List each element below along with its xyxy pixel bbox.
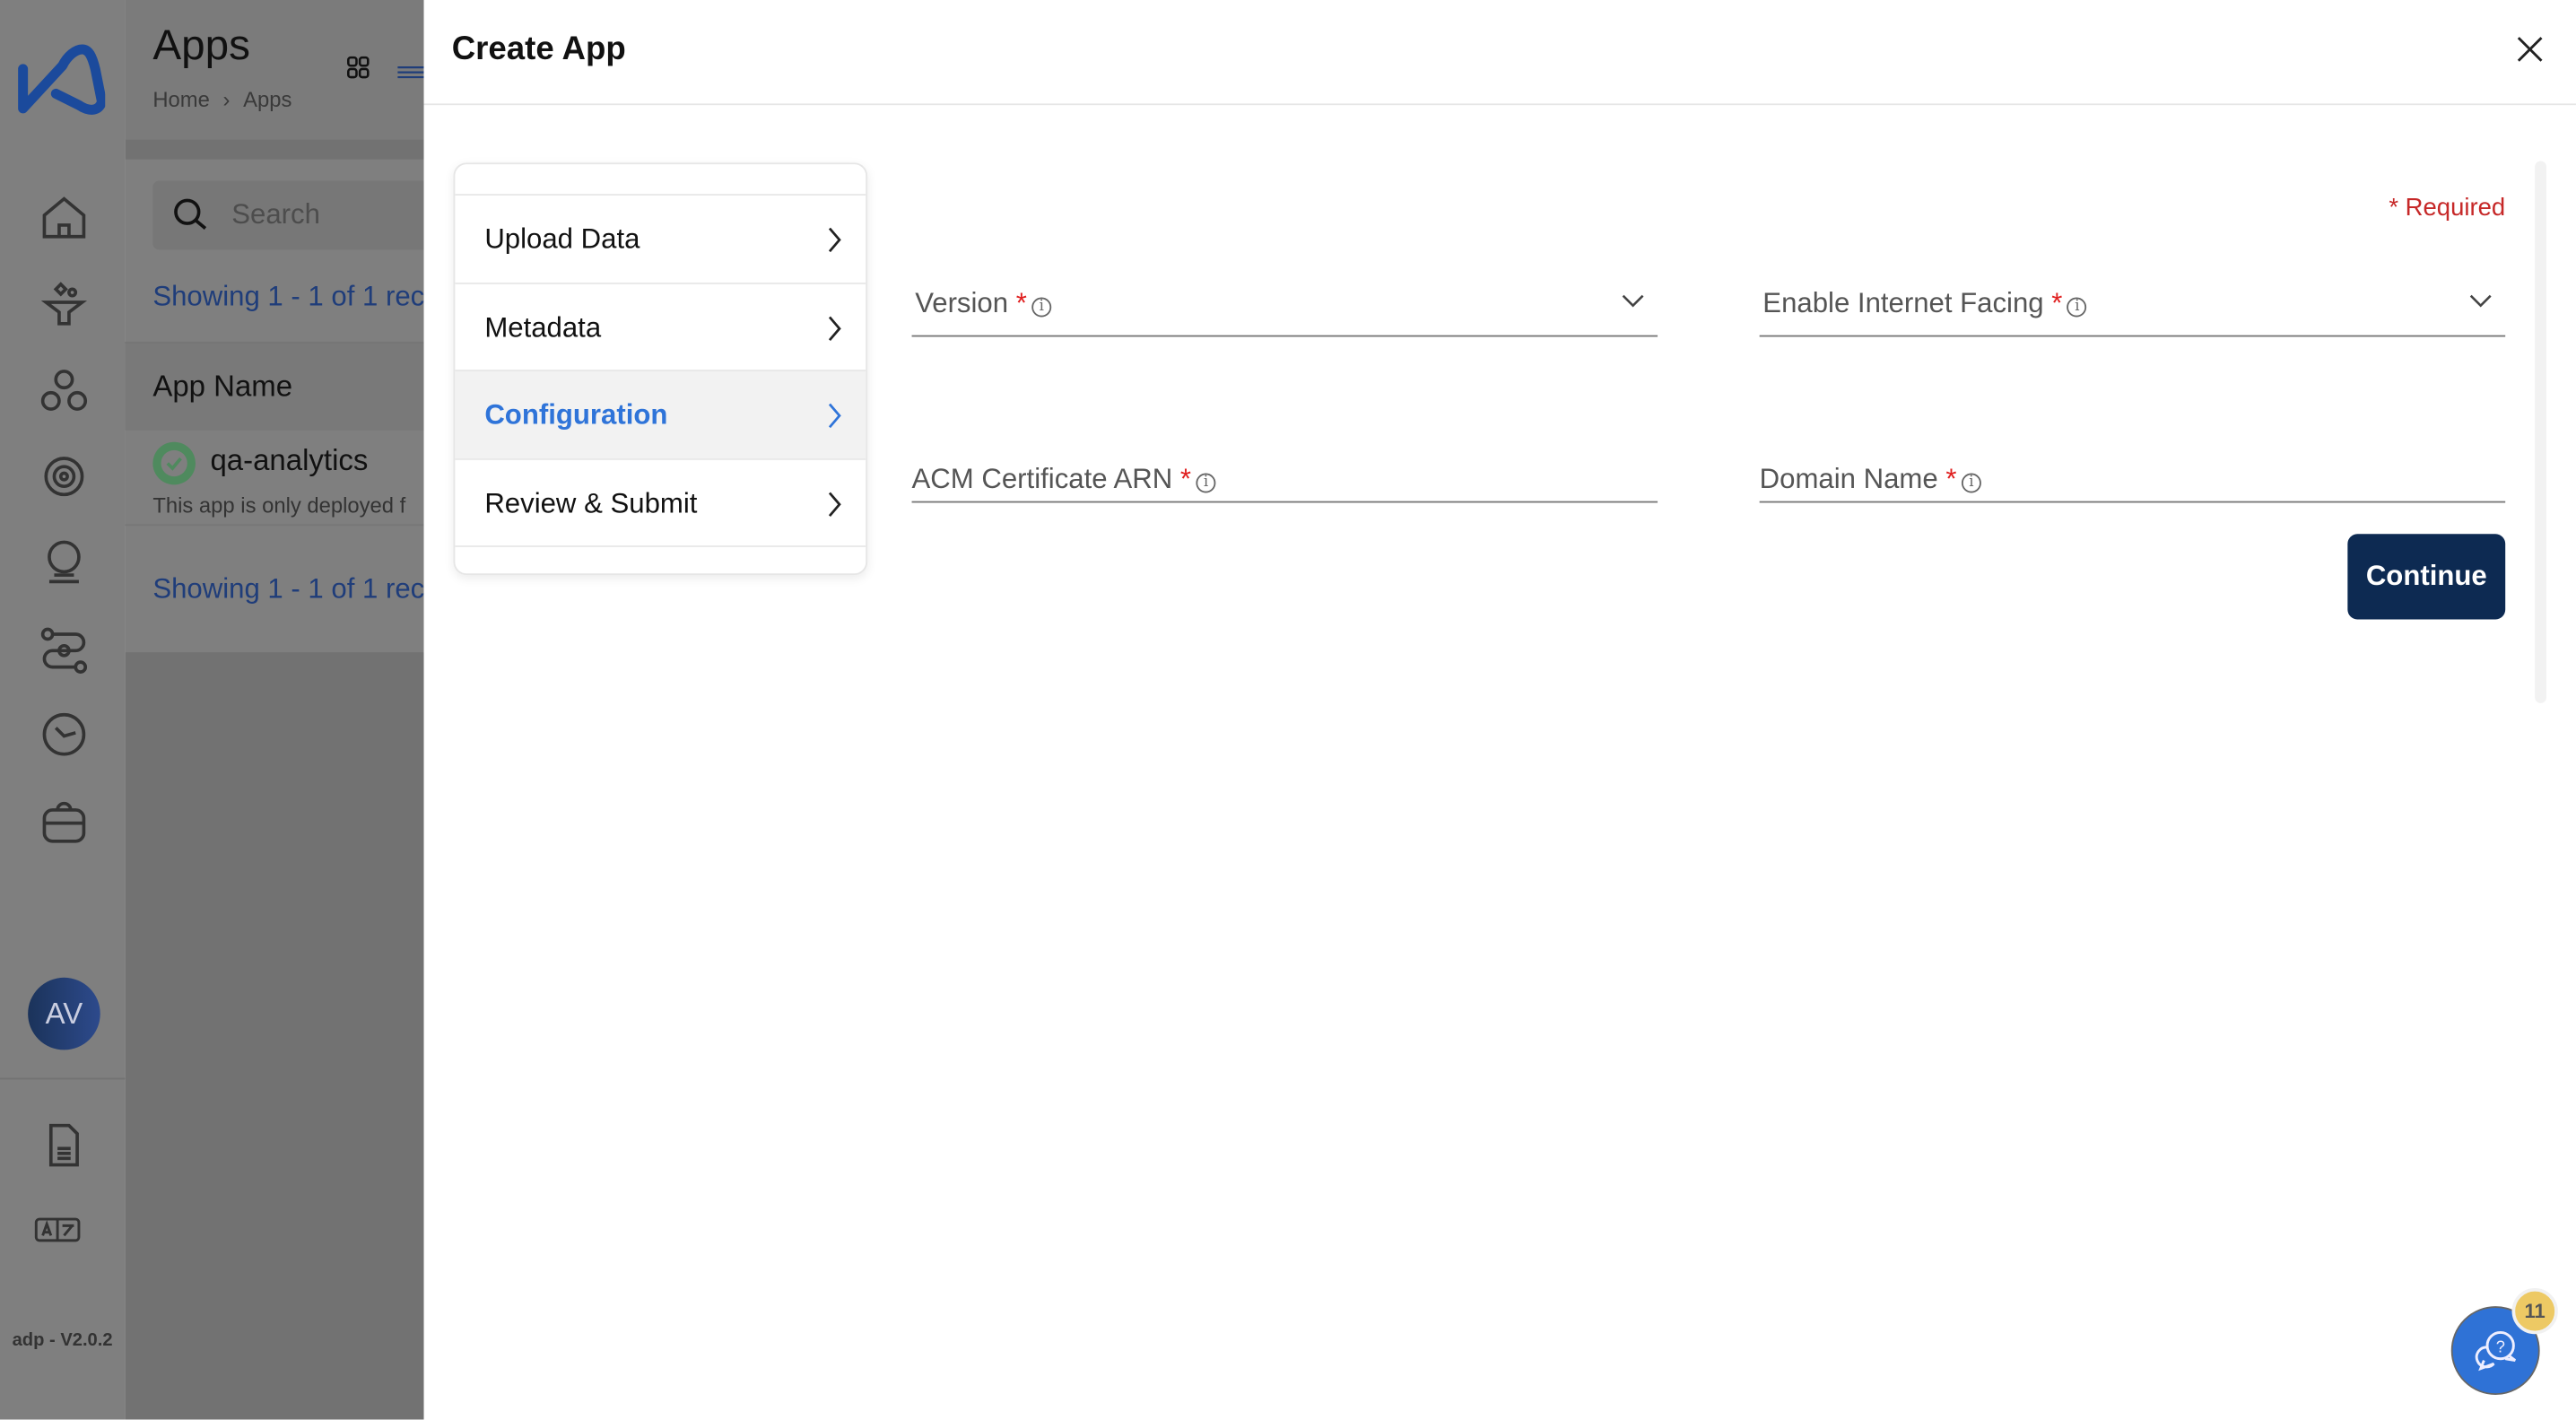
settings-sync-icon[interactable] — [36, 449, 91, 504]
briefcase-icon[interactable] — [36, 794, 91, 849]
clock-icon[interactable] — [36, 707, 91, 762]
list-view-icon[interactable] — [397, 59, 424, 89]
notification-badge: 11 — [2511, 1287, 2558, 1335]
search-input[interactable]: Search — [152, 180, 424, 250]
breadcrumb-current: Apps — [243, 87, 292, 112]
step-label: Upload Data — [484, 222, 640, 254]
app-description: This app is only deployed f — [152, 492, 406, 518]
chevron-down-icon — [1622, 294, 1644, 308]
breadcrumb: Home › Apps — [152, 87, 292, 111]
document-icon[interactable] — [36, 1117, 91, 1172]
avatar[interactable]: AV — [28, 977, 100, 1050]
records-count-footer: Showing 1 - 1 of 1 rec — [152, 573, 424, 605]
scrollbar[interactable] — [2535, 161, 2546, 703]
success-check-icon — [152, 441, 196, 485]
field-label: Domain Name — [1759, 463, 1938, 495]
search-placeholder: Search — [231, 198, 320, 231]
step-upload-data[interactable]: Upload Data — [455, 194, 866, 283]
internet-facing-select[interactable]: Enable Internet Facing * i — [1759, 271, 2506, 337]
app-version: adp - V2.0.2 — [12, 1330, 113, 1351]
divider — [0, 1077, 126, 1080]
create-app-drawer: Create App Upload Data Metadata Configur… — [423, 0, 2576, 1420]
continue-button[interactable]: Continue — [2347, 534, 2506, 620]
chevron-right-icon — [828, 227, 841, 253]
divider — [455, 545, 866, 547]
field-label: ACM Certificate ARN — [911, 463, 1173, 495]
stepper: Upload Data Metadata Configuration Revie… — [453, 162, 868, 576]
acm-certificate-arn-input[interactable]: ACM Certificate ARN * i — [911, 437, 1658, 503]
table-row[interactable]: qa-analytics This app is only deployed f — [125, 430, 424, 527]
step-metadata[interactable]: Metadata — [455, 283, 866, 371]
breadcrumb-separator: › — [222, 87, 231, 112]
search-icon — [174, 198, 207, 230]
sidebar: AV adp - V2.0.2 — [0, 0, 126, 1420]
crystal-ball-icon[interactable] — [36, 534, 91, 589]
field-label: Enable Internet Facing — [1762, 287, 2044, 319]
required-note: * Required — [2389, 194, 2506, 222]
column-app-name[interactable]: App Name — [152, 370, 292, 404]
chevron-right-icon — [828, 403, 841, 429]
info-icon[interactable]: i — [1196, 473, 1216, 493]
app-logo[interactable] — [13, 36, 108, 115]
records-count: Showing 1 - 1 of 1 rec — [152, 281, 424, 313]
required-star: * — [1179, 463, 1192, 495]
route-icon[interactable] — [36, 621, 91, 676]
chevron-right-icon — [828, 316, 841, 342]
step-configuration[interactable]: Configuration — [455, 370, 866, 459]
step-review-submit[interactable]: Review & Submit — [455, 458, 866, 547]
drawer-header — [423, 0, 2576, 106]
info-icon[interactable]: i — [1961, 473, 1981, 493]
version-select[interactable]: Version * i — [911, 271, 1658, 337]
hierarchy-icon[interactable] — [36, 362, 91, 417]
field-label: Version — [915, 287, 1009, 319]
table-header: App Name — [125, 341, 424, 431]
info-icon[interactable]: i — [2067, 297, 2087, 318]
chevron-right-icon — [828, 492, 841, 518]
info-icon[interactable]: i — [1031, 297, 1052, 318]
svg-text:?: ? — [2496, 1337, 2505, 1355]
background-apps-page: Apps Home › Apps Search Showing 1 - 1 of 1… — [125, 0, 424, 1420]
required-star: * — [1015, 287, 1027, 319]
app-name[interactable]: qa-analytics — [210, 444, 368, 478]
required-star: * — [2051, 287, 2063, 319]
help-chat-icon: ? — [2475, 1330, 2517, 1372]
close-icon[interactable] — [2513, 33, 2546, 66]
translate-icon[interactable] — [31, 1201, 87, 1257]
drawer-title: Create App — [451, 30, 626, 68]
home-icon[interactable] — [36, 190, 91, 246]
domain-name-input[interactable]: Domain Name * i — [1759, 437, 2506, 503]
funnel-icon[interactable] — [36, 276, 91, 332]
step-label: Configuration — [484, 398, 668, 430]
grid-view-icon[interactable] — [346, 56, 370, 87]
breadcrumb-home[interactable]: Home — [152, 87, 210, 111]
page-title: Apps — [152, 19, 250, 69]
step-label: Metadata — [484, 311, 602, 343]
chevron-down-icon — [2469, 294, 2492, 308]
required-star: * — [1945, 463, 1957, 495]
step-label: Review & Submit — [484, 487, 698, 518]
